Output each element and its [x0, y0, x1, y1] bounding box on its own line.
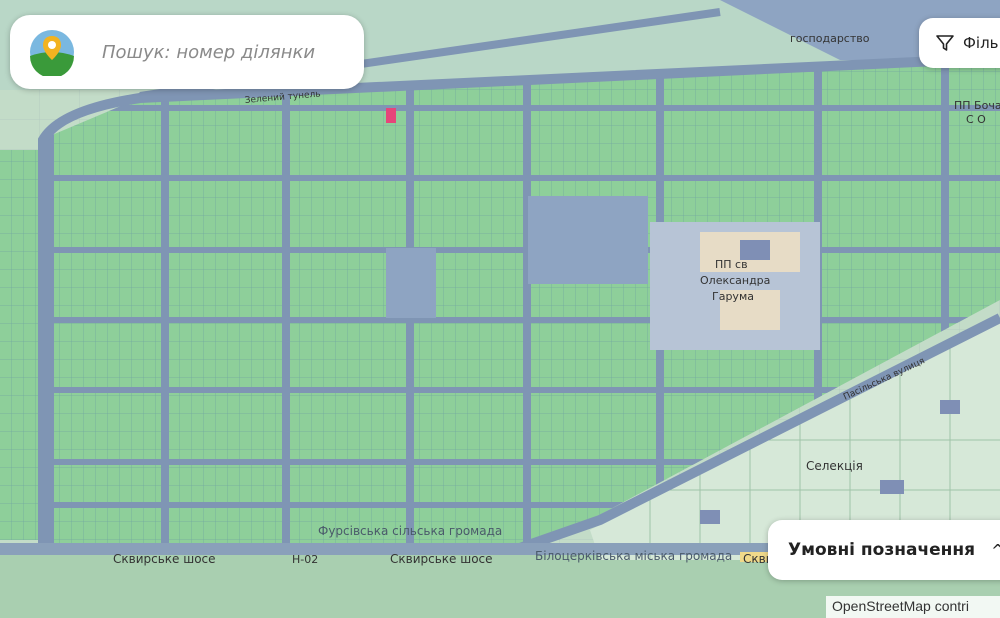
legend-label: Умовні позначення: [788, 540, 976, 560]
legend-button[interactable]: Умовні позначення ^: [768, 520, 1000, 580]
label-bilotserkivska: Білоцерківська міська громада: [535, 549, 732, 563]
label-fursivska: Фурсівська сільська громада: [318, 524, 502, 538]
label-skvyrske-left: Сквирське шосе: [113, 552, 216, 566]
funnel-icon: [936, 35, 954, 51]
map-attribution[interactable]: OpenStreetMap contri: [826, 596, 1000, 618]
label-pp-top: ПП Бочар: [954, 99, 1000, 112]
label-pp-center2: Олександра: [700, 274, 770, 287]
label-gospodarstvo: господарство: [790, 32, 870, 45]
selected-parcel[interactable]: [386, 108, 396, 123]
filter-button[interactable]: Філь: [919, 18, 1000, 68]
search-input[interactable]: Пошук: номер ділянки: [102, 42, 315, 63]
blue-plot-center: [528, 196, 648, 284]
label-skvyrske-mid: Сквирське шосе: [390, 552, 493, 566]
label-h02: Н-02: [292, 553, 318, 566]
label-seleksia: Селекція: [806, 459, 863, 473]
blue-plot-left: [386, 248, 436, 318]
chevron-up-icon: ^: [991, 540, 1000, 560]
search-bar[interactable]: Пошук: номер ділянки: [10, 15, 364, 89]
label-pp-top2: С О: [966, 113, 986, 126]
label-pp-center3: Гарума: [712, 290, 754, 303]
filter-label: Філь: [963, 34, 999, 52]
label-pp-center: ПП св: [715, 258, 748, 271]
left-strip: [0, 150, 40, 540]
map-pin-logo-icon: [30, 30, 74, 76]
